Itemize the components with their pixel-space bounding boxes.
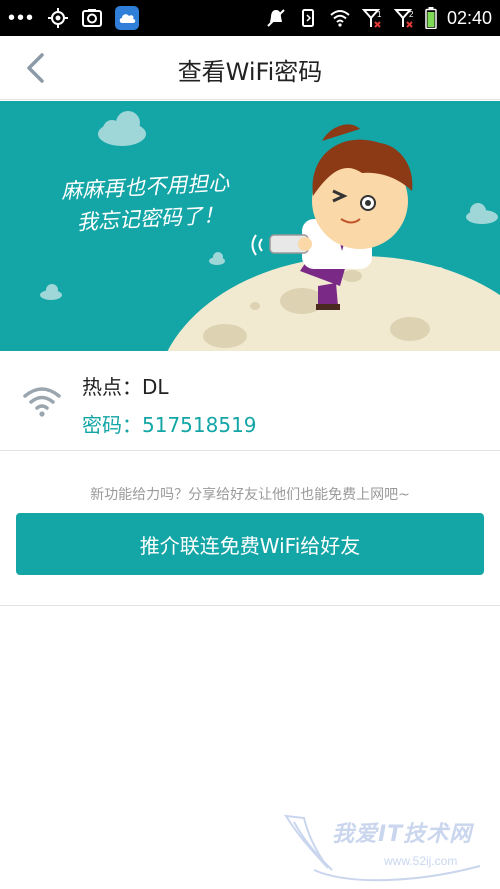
svg-text:1: 1 <box>377 10 382 19</box>
watermark-text: 我爱IT技术网 <box>332 822 473 847</box>
signal-2-icon: 2 <box>393 9 414 28</box>
signal-1-icon: 1 <box>361 9 382 28</box>
hotspot-name-label: 热点： <box>82 375 142 399</box>
status-bar: ••• 1 2 02:40 <box>0 0 500 36</box>
hotspot-password-label: 密码： <box>82 413 142 437</box>
banner-slogan: 麻麻再也不用担心 我忘记密码了！ <box>60 167 231 240</box>
title-bar: 查看WiFi密码 <box>0 36 500 100</box>
cloud-icon <box>40 284 62 300</box>
status-time: 02:40 <box>446 7 492 28</box>
battery-icon <box>425 7 437 29</box>
cloud-icon <box>98 111 146 146</box>
share-section: 新功能给力吗？分享给好友让他们也能免费上网吧~ 推介联连免费WiFi给好友 <box>0 452 500 606</box>
page-title: 查看WiFi密码 <box>177 58 323 86</box>
hotspot-password: 517518519 <box>142 413 257 437</box>
vibrate-icon <box>301 9 314 27</box>
screenshot-icon <box>82 9 103 27</box>
cloud-icon <box>466 203 498 224</box>
recommend-button[interactable]: 推介联连免费WiFi给好友 <box>16 513 484 575</box>
wifi-signal-icon <box>330 10 350 27</box>
cloud-icon <box>209 252 225 265</box>
hero-banner: 麻麻再也不用担心 我忘记密码了！ <box>0 101 500 351</box>
svg-text:2: 2 <box>409 10 414 19</box>
gps-icon <box>48 8 69 28</box>
hotspot-name: DL <box>142 375 169 399</box>
hotspot-name-row: 热点：DL <box>82 371 169 400</box>
mute-icon <box>267 9 285 27</box>
watermark-url: www.52ij.com <box>384 854 458 868</box>
hotspot-password-row: 密码：517518519 <box>82 409 257 438</box>
wifi-icon <box>23 387 61 417</box>
cloud-app-icon <box>115 6 140 30</box>
watermark: 我爱IT技术网 www.52ij.com <box>280 808 494 886</box>
more-dots-icon: ••• <box>8 7 36 29</box>
hotspot-info: 热点：DL 密码：517518519 <box>0 351 500 451</box>
share-hint: 新功能给力吗？分享给好友让他们也能免费上网吧~ <box>90 487 410 503</box>
